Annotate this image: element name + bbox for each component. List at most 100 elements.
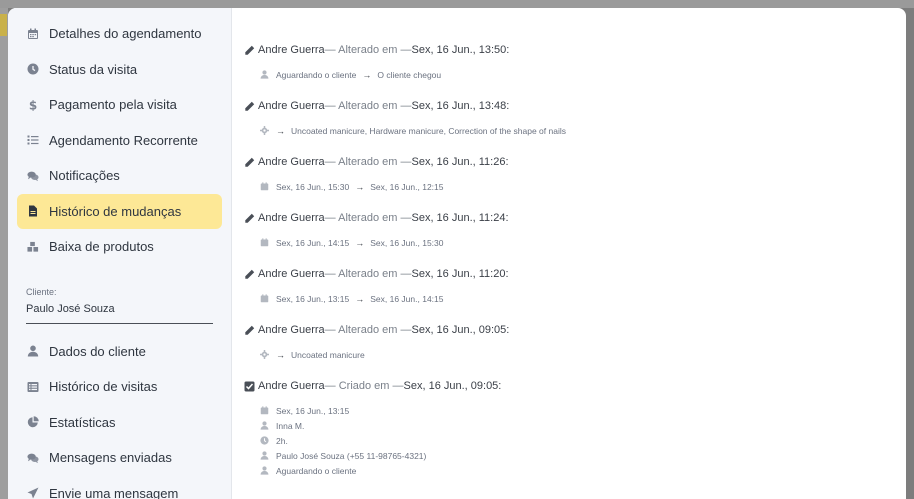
change-arrow: →: [355, 237, 365, 248]
dollar-icon: $: [27, 99, 39, 111]
calendar-icon: [260, 406, 269, 415]
change-arrow: →: [276, 125, 285, 136]
change-from: Sex, 16 Jun., 14:15: [276, 237, 350, 248]
user-icon: [27, 345, 39, 357]
sidebar-item-visit-history[interactable]: Histórico de visitas: [17, 369, 222, 405]
sidebar-item-notifications[interactable]: Notificações: [17, 158, 222, 194]
sidebar-item-label: Agendamento Recorrente: [49, 132, 198, 148]
sidebar-item-product-writeoff[interactable]: Baixa de produtos: [17, 229, 222, 265]
change-to: Uncoated manicure: [291, 349, 365, 360]
file-icon: [27, 205, 39, 217]
sidebar-item-statistics[interactable]: Estatísticas: [17, 405, 222, 441]
history-entry-header: Andre Guerra — Alterado em — Sex, 16 Jun…: [244, 210, 906, 226]
sidebar-item-send-message[interactable]: Envie uma mensagem: [17, 476, 222, 499]
change-to: Sex, 16 Jun., 15:30: [370, 237, 444, 248]
modal-sidebar: Detalhes do agendamento Status da visita…: [8, 8, 232, 499]
user-icon: [260, 451, 269, 460]
client-field[interactable]: Cliente: Paulo José Souza: [26, 279, 213, 324]
created-detail-line: Aguardando o cliente: [244, 463, 906, 478]
history-entry-header: Andre Guerra — Alterado em — Sex, 16 Jun…: [244, 266, 906, 282]
created-detail-text: 2h.: [276, 435, 288, 446]
send-icon: [27, 487, 39, 499]
history-entry-header: Andre Guerra — Alterado em — Sex, 16 Jun…: [244, 154, 906, 170]
pencil-icon: [244, 213, 255, 224]
history-entry-header: Andre Guerra — Alterado em — Sex, 16 Jun…: [244, 322, 906, 338]
change-from: Aguardando o cliente: [276, 69, 357, 80]
comments-icon: [27, 452, 39, 464]
sidebar-item-visit-status[interactable]: Status da visita: [17, 52, 222, 88]
created-detail-text: Sex, 16 Jun., 13:15: [276, 405, 350, 416]
history-author: Andre Guerra: [258, 380, 325, 392]
calendar-icon: [27, 28, 39, 40]
backdrop-yellow-tab: [0, 14, 7, 36]
history-author: Andre Guerra: [258, 324, 325, 336]
comments-icon: [27, 170, 39, 182]
sidebar-item-client-data[interactable]: Dados do cliente: [17, 334, 222, 370]
history-change-line: Aguardando o cliente → O cliente chegou: [244, 67, 906, 82]
history-entry-header: Andre Guerra — Criado em — Sex, 16 Jun.,…: [244, 378, 906, 394]
change-to: Sex, 16 Jun., 14:15: [370, 293, 444, 304]
history-entry-header: Andre Guerra — Alterado em — Sex, 16 Jun…: [244, 98, 906, 114]
pencil-icon: [244, 269, 255, 280]
created-detail-line: 2h.: [244, 433, 906, 448]
created-detail-line: Sex, 16 Jun., 13:15: [244, 403, 906, 418]
sidebar-item-label: Estatísticas: [49, 414, 116, 430]
history-action: — Criado em —: [324, 380, 404, 392]
history-date: Sex, 16 Jun., 09:05:: [411, 324, 510, 336]
created-detail-line: Inna M.: [244, 418, 906, 433]
history-change-line: → Uncoated manicure, Hardware manicure, …: [244, 123, 906, 138]
change-arrow: →: [276, 349, 285, 360]
cubes-icon: [27, 241, 39, 253]
history-date: Sex, 16 Jun., 13:48:: [411, 100, 510, 112]
created-detail-text: Aguardando o cliente: [276, 465, 357, 476]
history-author: Andre Guerra: [258, 100, 325, 112]
sidebar-item-change-history[interactable]: Histórico de mudanças: [17, 193, 222, 229]
pencil-icon: [244, 45, 255, 56]
sidebar-item-recurring-appointment[interactable]: Agendamento Recorrente: [17, 123, 222, 159]
history-entry: Andre Guerra — Alterado em — Sex, 16 Jun…: [244, 98, 906, 138]
created-detail-text: Paulo José Souza (+55 11-98765-4321): [276, 450, 427, 461]
history-date: Sex, 16 Jun., 09:05:: [403, 380, 502, 392]
sidebar-item-sent-messages[interactable]: Mensagens enviadas: [17, 440, 222, 476]
checkbox-checked-icon: [244, 381, 255, 392]
history-action: — Alterado em —: [324, 324, 412, 336]
history-entry: Andre Guerra — Alterado em — Sex, 16 Jun…: [244, 266, 906, 306]
user-icon: [260, 466, 269, 475]
sidebar-item-label: Detalhes do agendamento: [49, 26, 202, 42]
sidebar-item-label: Notificações: [49, 168, 120, 184]
history-author: Andre Guerra: [258, 156, 325, 168]
created-detail-text: Inna M.: [276, 420, 305, 431]
backdrop-left-edge: [0, 8, 8, 499]
sidebar-item-visit-payment[interactable]: $ Pagamento pela visita: [17, 87, 222, 123]
clock-icon: [260, 436, 269, 445]
change-from: Sex, 16 Jun., 15:30: [276, 181, 350, 192]
sidebar-item-label: Pagamento pela visita: [49, 97, 177, 113]
history-action: — Alterado em —: [324, 212, 412, 224]
history-change-line: Sex, 16 Jun., 15:30 → Sex, 16 Jun., 12:1…: [244, 179, 906, 194]
sidebar-item-label: Dados do cliente: [49, 343, 146, 359]
history-entry: Andre Guerra — Alterado em — Sex, 16 Jun…: [244, 210, 906, 250]
history-action: — Alterado em —: [324, 268, 412, 280]
calendar-icon: [260, 238, 269, 247]
pencil-icon: [244, 101, 255, 112]
history-action: — Alterado em —: [324, 100, 412, 112]
sidebar-item-label: Status da visita: [49, 61, 138, 77]
backdrop-strip: [0, 0, 914, 8]
change-arrow: →: [355, 181, 365, 192]
pie-chart-icon: [27, 416, 39, 428]
created-detail-line: Paulo José Souza (+55 11-98765-4321): [244, 448, 906, 463]
history-date: Sex, 16 Jun., 11:24:: [411, 212, 509, 224]
history-action: — Alterado em —: [324, 44, 412, 56]
calendar-icon: [260, 182, 269, 191]
history-author: Andre Guerra: [258, 268, 325, 280]
history-entry-header: Andre Guerra — Alterado em — Sex, 16 Jun…: [244, 42, 906, 58]
sidebar-item-label: Mensagens enviadas: [49, 450, 172, 466]
sidebar-item-label: Baixa de produtos: [49, 239, 154, 255]
client-value: Paulo José Souza: [26, 303, 213, 324]
history-action: — Alterado em —: [324, 156, 412, 168]
sidebar-item-appointment-details[interactable]: Detalhes do agendamento: [17, 16, 222, 52]
history-change-line: Sex, 16 Jun., 13:15 → Sex, 16 Jun., 14:1…: [244, 291, 906, 306]
client-label: Cliente:: [26, 286, 57, 297]
history-author: Andre Guerra: [258, 212, 325, 224]
history-entry: Andre Guerra — Alterado em — Sex, 16 Jun…: [244, 322, 906, 362]
